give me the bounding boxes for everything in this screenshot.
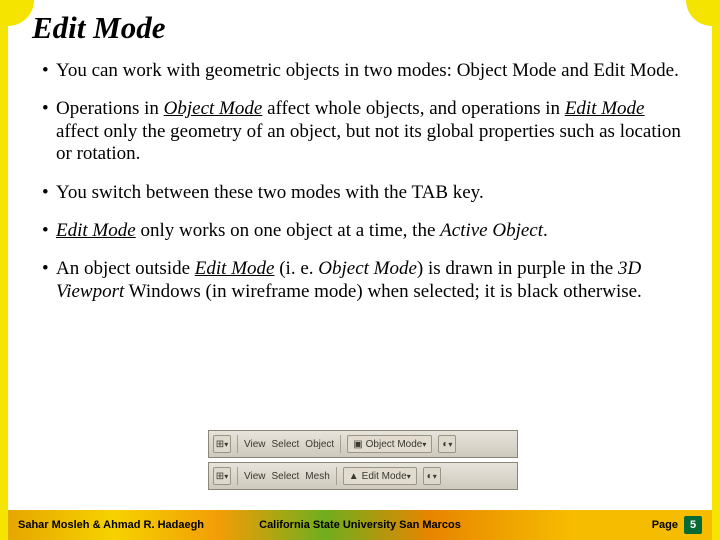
- page-label: Page: [652, 519, 678, 531]
- separator: [237, 435, 238, 453]
- footer-authors: Sahar Mosleh & Ahmad R. Hadaegh: [18, 519, 204, 531]
- menu-view[interactable]: View: [244, 471, 266, 482]
- page-number: 5: [684, 516, 702, 534]
- bullet-3: You switch between these two modes with …: [42, 182, 682, 204]
- b5b: Edit Mode: [195, 258, 275, 279]
- bullet-1-text: You can work with geometric objects in t…: [56, 60, 679, 81]
- mode-dropdown-object[interactable]: ▣ Object Mode: [347, 435, 432, 453]
- b4a: Edit Mode: [56, 220, 136, 241]
- b4c: Active Object: [440, 220, 543, 241]
- bullet-5: An object outside Edit Mode (i. e. Objec…: [42, 258, 682, 303]
- b4d: .: [543, 220, 548, 241]
- bullet-2: Operations in Object Mode affect whole o…: [42, 98, 682, 165]
- slide-footer: Sahar Mosleh & Ahmad R. Hadaegh Californ…: [8, 510, 712, 540]
- menu-select[interactable]: Select: [272, 439, 300, 450]
- b5e: ) is drawn in purple in the: [417, 258, 618, 279]
- cube-icon: ▣: [353, 439, 362, 450]
- shading-icon[interactable]: ◐: [438, 435, 456, 453]
- shading-icon[interactable]: ◐: [423, 467, 441, 485]
- b5g: Windows (in wireframe mode) when selecte…: [124, 281, 642, 302]
- menu-object[interactable]: Object: [305, 439, 334, 450]
- editor-type-icon[interactable]: ⊞: [213, 467, 231, 485]
- b5c: (i. e.: [274, 258, 318, 279]
- b5d: Object Mode: [318, 258, 417, 279]
- blender-header-edit-mode: ⊞ View Select Mesh ▲ Edit Mode ◐: [208, 462, 518, 490]
- separator: [237, 467, 238, 485]
- slide-content: You can work with geometric objects in t…: [8, 46, 712, 303]
- embedded-screenshots: ⊞ View Select Object ▣ Object Mode ◐ ⊞ V…: [208, 430, 518, 490]
- mode-label: Edit Mode: [362, 471, 407, 482]
- separator: [336, 467, 337, 485]
- b4b: only works on one object at a time, the: [136, 220, 440, 241]
- bullet-1: You can work with geometric objects in t…: [42, 60, 682, 82]
- bullet-3-text: You switch between these two modes with …: [56, 182, 484, 203]
- separator: [340, 435, 341, 453]
- b2b: Object Mode: [164, 98, 263, 119]
- b2d: Edit Mode: [565, 98, 645, 119]
- mode-label: Object Mode: [366, 439, 423, 450]
- bullet-4: Edit Mode only works on one object at a …: [42, 220, 682, 242]
- b2e: affect only the geometry of an object, b…: [56, 121, 681, 164]
- slide: Edit Mode You can work with geometric ob…: [0, 0, 720, 540]
- menu-view[interactable]: View: [244, 439, 266, 450]
- blender-header-object-mode: ⊞ View Select Object ▣ Object Mode ◐: [208, 430, 518, 458]
- menu-select[interactable]: Select: [272, 471, 300, 482]
- slide-title: Edit Mode: [8, 0, 712, 46]
- menu-mesh[interactable]: Mesh: [305, 471, 329, 482]
- mode-dropdown-edit[interactable]: ▲ Edit Mode: [343, 467, 417, 485]
- b2a: Operations in: [56, 98, 164, 119]
- b2c: affect whole objects, and operations in: [262, 98, 565, 119]
- edit-icon: ▲: [349, 471, 359, 482]
- b5a: An object outside: [56, 258, 195, 279]
- editor-type-icon[interactable]: ⊞: [213, 435, 231, 453]
